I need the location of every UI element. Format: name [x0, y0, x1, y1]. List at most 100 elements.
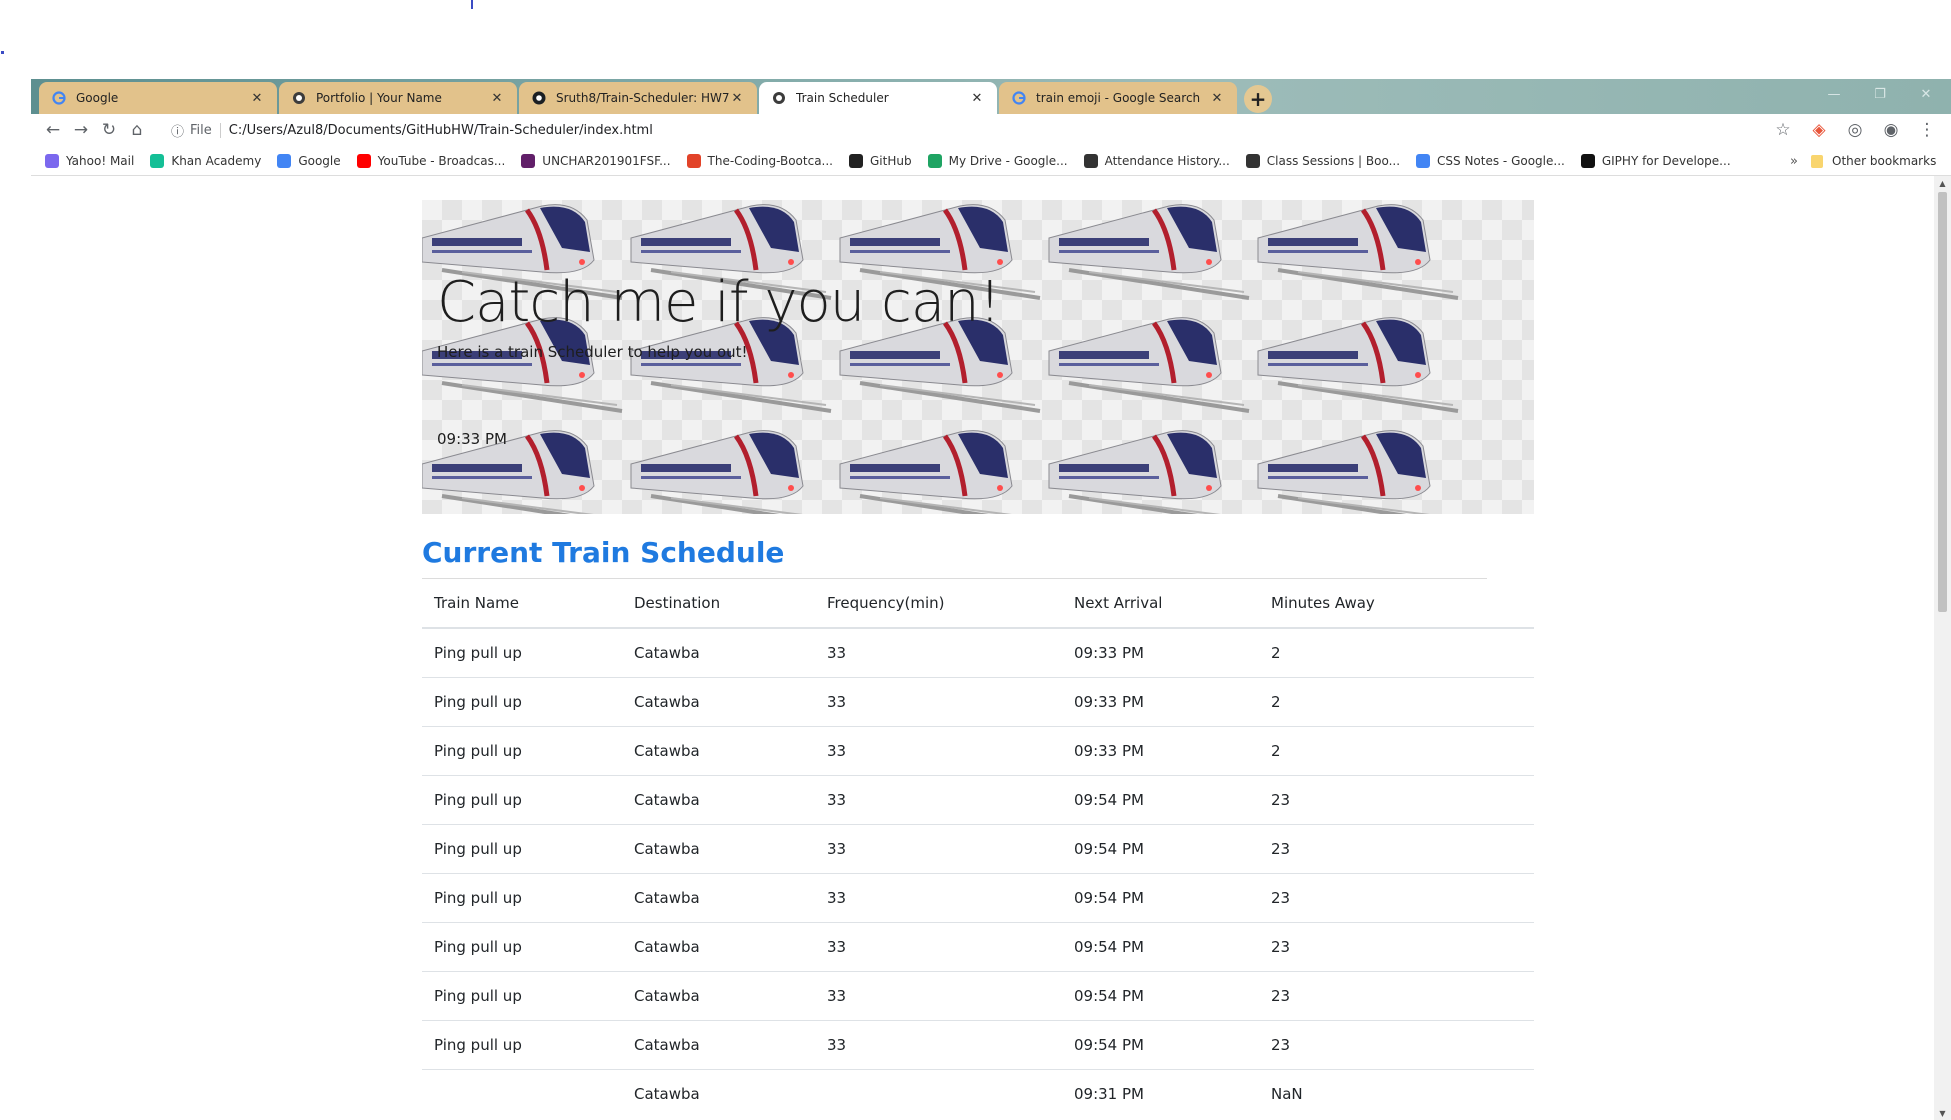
table-cell: 23 [1259, 774, 1534, 824]
bookmark-item[interactable]: Attendance History... [1076, 153, 1238, 168]
tab-google[interactable]: Google ✕ [39, 82, 277, 114]
bookmark-item[interactable]: UNCHAR201901FSF... [513, 153, 678, 168]
train-image [1257, 317, 1459, 413]
table-cell: 23 [1259, 970, 1534, 1020]
table-cell: Ping pull up [422, 627, 622, 677]
tab-train-emoji-search[interactable]: train emoji - Google Search ✕ [999, 82, 1237, 114]
table-cell [815, 1068, 1062, 1118]
home-icon[interactable]: ⌂ [123, 116, 151, 144]
table-cell: Ping pull up [422, 872, 622, 922]
table-cell: 2 [1259, 627, 1534, 677]
train-image [1257, 204, 1459, 300]
forward-icon[interactable]: → [67, 116, 95, 144]
bookmark-item[interactable]: CSS Notes - Google... [1408, 153, 1573, 168]
back-icon[interactable]: ← [39, 116, 67, 144]
bookmark-label: GitHub [870, 153, 912, 168]
table-row: Ping pull up Catawba 33 09:54 PM 23 [422, 872, 1534, 922]
column-header: Train Name [422, 579, 622, 629]
tab-github-repo[interactable]: Sruth8/Train-Scheduler: HW7 ✕ [519, 82, 757, 114]
bookmark-item[interactable]: The-Coding-Bootca... [679, 153, 841, 168]
bookmark-star-icon[interactable]: ☆ [1769, 116, 1797, 144]
bookmark-label: My Drive - Google... [948, 153, 1068, 168]
train-schedule-table: Train Name Destination Frequency(min) Ne… [422, 579, 1534, 1118]
bookmark-item[interactable]: Google [269, 153, 348, 168]
table-cell: 2 [1259, 676, 1534, 726]
train-image [630, 430, 804, 514]
close-tab-icon[interactable]: ✕ [969, 90, 985, 106]
table-cell: Ping pull up [422, 774, 622, 824]
new-tab-button[interactable]: + [1244, 85, 1272, 113]
bookmark-item[interactable]: My Drive - Google... [920, 153, 1076, 168]
scroll-down-icon[interactable]: ▼ [1934, 1106, 1951, 1120]
table-cell: 09:54 PM [1062, 1019, 1259, 1069]
more-bookmarks-icon[interactable]: » [1790, 146, 1798, 176]
train-image [839, 430, 1013, 514]
other-bookmarks-folder[interactable]: Other bookmarks [1811, 146, 1936, 176]
restore-icon[interactable]: ❐ [1857, 79, 1903, 109]
table-cell: 09:54 PM [1062, 921, 1259, 971]
bookmark-label: The-Coding-Bootca... [707, 153, 833, 168]
table-cell: Catawba [622, 676, 815, 726]
other-bookmarks-label: Other bookmarks [1832, 154, 1937, 168]
khan-academy-icon [150, 153, 165, 168]
google-icon [51, 91, 66, 106]
table-cell: 23 [1259, 1019, 1534, 1069]
table-cell: Ping pull up [422, 970, 622, 1020]
bookmark-label: Attendance History... [1104, 153, 1230, 168]
table-cell [422, 1068, 622, 1118]
minimize-icon[interactable]: — [1811, 79, 1857, 109]
tab-portfolio[interactable]: Portfolio | Your Name ✕ [279, 82, 517, 114]
reload-icon[interactable]: ↻ [95, 116, 123, 144]
table-cell: NaN [1259, 1068, 1534, 1118]
bookmark-item[interactable]: Khan Academy [142, 153, 269, 168]
close-tab-icon[interactable]: ✕ [249, 90, 265, 106]
address-bar[interactable]: ⓘ File C:/Users/Azul8/Documents/GitHubHW… [171, 116, 1771, 144]
table-cell: 33 [815, 774, 1062, 824]
column-header: Next Arrival [1062, 579, 1259, 629]
profile-avatar-icon[interactable]: ◉ [1877, 116, 1905, 144]
extension-icon[interactable]: ◈ [1805, 116, 1833, 144]
bookmark-item[interactable]: GIPHY for Develope... [1573, 153, 1739, 168]
bookmark-label: Khan Academy [171, 153, 262, 168]
tab-train-scheduler[interactable]: Train Scheduler ✕ [759, 82, 997, 114]
table-cell: Catawba [622, 1019, 815, 1069]
table-row: Ping pull up Catawba 33 09:54 PM 23 [422, 1019, 1534, 1069]
bookmark-item[interactable]: Class Sessions | Boo... [1238, 153, 1408, 168]
menu-icon[interactable]: ⋮ [1913, 116, 1941, 144]
bookmark-label: CSS Notes - Google... [1437, 153, 1565, 168]
bookmark-label: Google [298, 153, 341, 168]
close-tab-icon[interactable]: ✕ [729, 90, 745, 106]
address-url[interactable]: C:/Users/Azul8/Documents/GitHubHW/Train-… [229, 123, 653, 138]
table-cell: 23 [1259, 921, 1534, 971]
table-cell: 09:54 PM [1062, 823, 1259, 873]
table-row: Ping pull up Catawba 33 09:54 PM 23 [422, 774, 1534, 824]
close-tab-icon[interactable]: ✕ [1209, 90, 1225, 106]
youtube-icon [356, 153, 371, 168]
table-cell: 09:33 PM [1062, 676, 1259, 726]
tab-title: Train Scheduler [796, 91, 889, 105]
table-cell: Catawba [622, 627, 815, 677]
close-window-icon[interactable]: ✕ [1903, 79, 1949, 109]
bookmark-item[interactable]: Yahoo! Mail [37, 153, 142, 168]
desktop-mark [471, 0, 473, 9]
column-header: Frequency(min) [815, 579, 1062, 629]
gitlab-icon [686, 153, 701, 168]
bookmark-item[interactable]: GitHub [841, 153, 920, 168]
table-cell: 09:33 PM [1062, 725, 1259, 775]
column-header: Destination [622, 579, 815, 629]
info-icon[interactable]: ⓘ [171, 121, 184, 140]
vertical-scrollbar[interactable]: ▲ ▼ [1934, 176, 1951, 1120]
google-icon [1011, 91, 1026, 106]
scroll-up-icon[interactable]: ▲ [1934, 176, 1951, 190]
table-cell: Catawba [622, 921, 815, 971]
extension-icon[interactable]: ◎ [1841, 116, 1869, 144]
toolbar-actions: ☆ ◈ ◎ ◉ ⋮ [1769, 116, 1951, 144]
bookmark-item[interactable]: YouTube - Broadcas... [349, 153, 514, 168]
tab-title: Portfolio | Your Name [316, 91, 442, 105]
drive-icon [927, 153, 942, 168]
table-cell: Ping pull up [422, 1019, 622, 1069]
table-cell: 33 [815, 725, 1062, 775]
scrollbar-thumb[interactable] [1938, 192, 1947, 612]
close-tab-icon[interactable]: ✕ [489, 90, 505, 106]
table-cell: Catawba [622, 823, 815, 873]
